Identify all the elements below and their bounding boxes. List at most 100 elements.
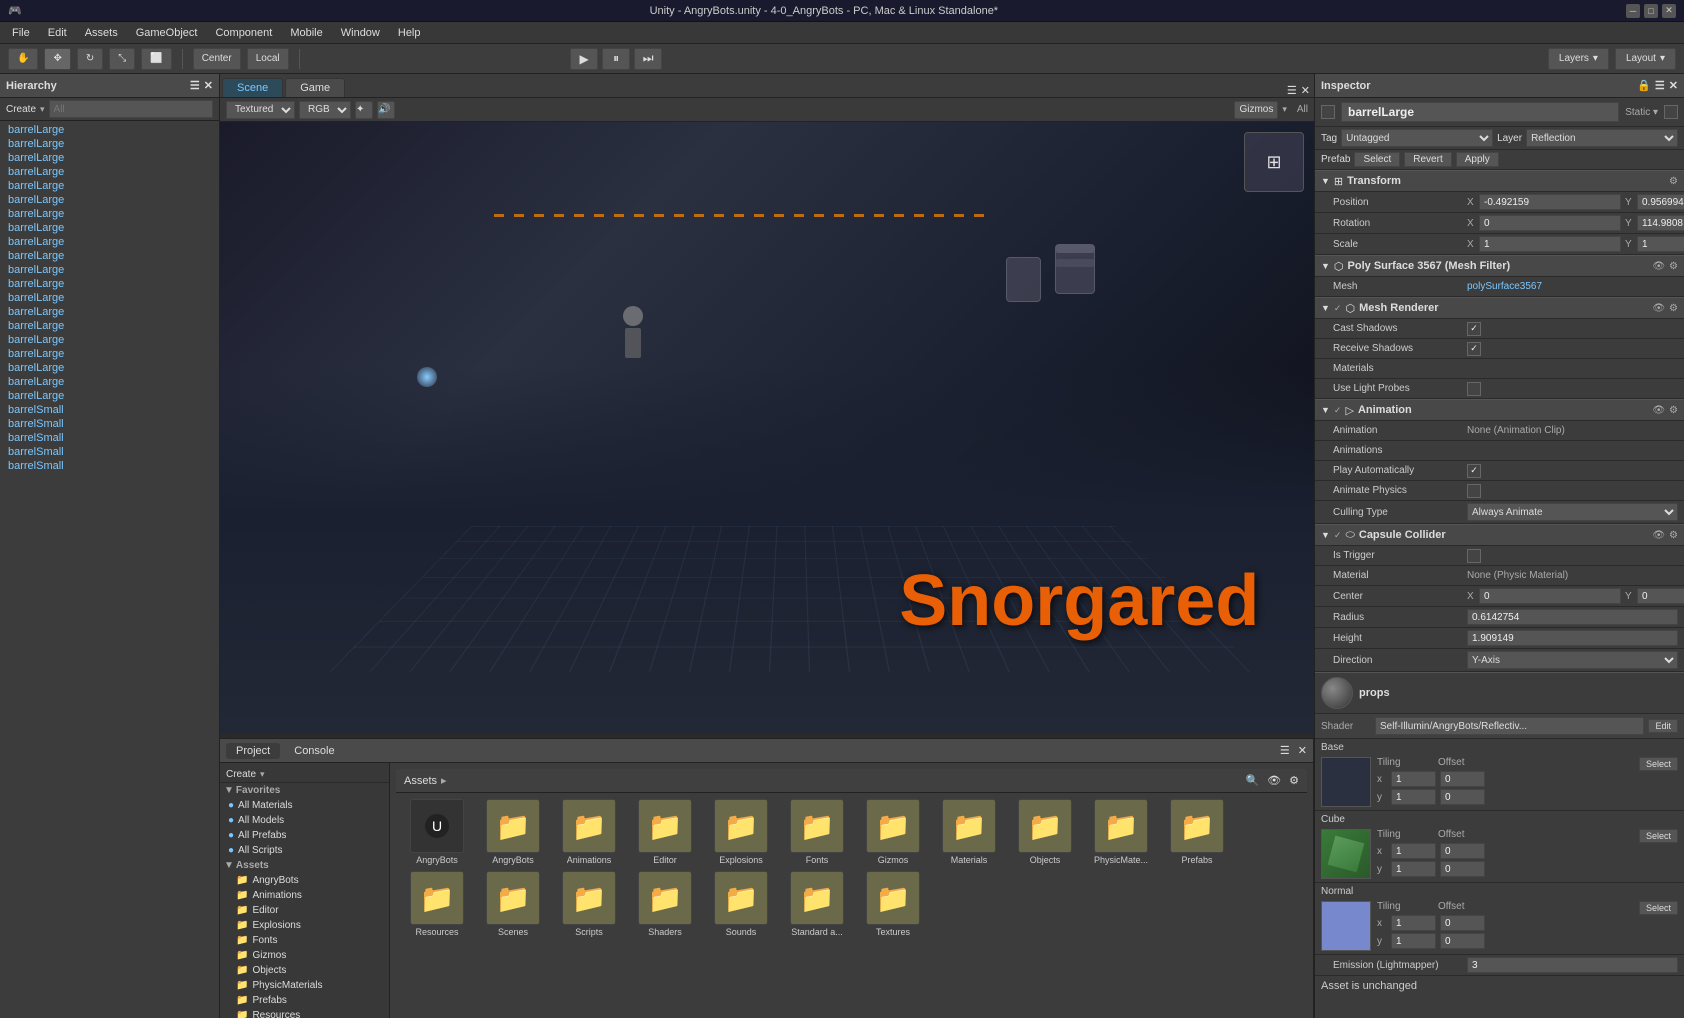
hierarchy-item[interactable]: barrelSmall: [0, 403, 219, 417]
pause-button[interactable]: ⏸: [602, 48, 630, 70]
hierarchy-item[interactable]: barrelLarge: [0, 123, 219, 137]
animation-eye-icon[interactable]: 👁: [1652, 405, 1665, 416]
rot-x-input[interactable]: [1479, 215, 1621, 231]
asset-editor[interactable]: 📁 Editor: [630, 799, 700, 865]
mesh-renderer-header[interactable]: ▼ ✓ ⬡ Mesh Renderer 👁 ⚙: [1315, 297, 1684, 319]
hierarchy-item[interactable]: barrelLarge: [0, 207, 219, 221]
normal-offset-x-input[interactable]: [1440, 915, 1485, 931]
asset-materials[interactable]: 📁 Materials: [934, 799, 1004, 865]
menu-assets[interactable]: Assets: [77, 25, 126, 41]
cube-tiling-x-input[interactable]: [1391, 843, 1436, 859]
hierarchy-menu-icon[interactable]: ☰: [190, 79, 200, 92]
rotate-tool[interactable]: ↻: [77, 48, 103, 70]
asset-scripts[interactable]: 📁 Scripts: [554, 871, 624, 937]
mesh-filter-settings-icon[interactable]: ⚙: [1669, 261, 1678, 272]
animate-physics-checkbox[interactable]: [1467, 484, 1481, 498]
direction-select[interactable]: Y-Axis: [1467, 651, 1678, 669]
scale-y-input[interactable]: [1637, 236, 1684, 252]
height-input[interactable]: [1467, 630, 1678, 646]
cast-shadows-checkbox[interactable]: [1467, 322, 1481, 336]
asset-angrybots-unity[interactable]: U AngryBots: [402, 799, 472, 865]
cube-tiling-y-input[interactable]: [1391, 861, 1436, 877]
hierarchy-item[interactable]: barrelLarge: [0, 375, 219, 389]
hierarchy-close-icon[interactable]: ✕: [204, 79, 213, 92]
tree-objects[interactable]: 📁 Objects: [220, 963, 389, 978]
asset-angrybots-folder[interactable]: 📁 AngryBots: [478, 799, 548, 865]
project-menu-icon[interactable]: ☰: [1280, 744, 1290, 757]
asset-standard[interactable]: 📁 Standard a...: [782, 871, 852, 937]
hierarchy-item[interactable]: barrelLarge: [0, 235, 219, 249]
normal-tiling-y-input[interactable]: [1391, 933, 1436, 949]
use-light-probes-checkbox[interactable]: [1467, 382, 1481, 396]
asset-physicmate[interactable]: 📁 PhysicMate...: [1086, 799, 1156, 865]
hierarchy-item[interactable]: barrelLarge: [0, 193, 219, 207]
capsule-collider-settings-icon[interactable]: ⚙: [1669, 530, 1678, 541]
hierarchy-item[interactable]: barrelLarge: [0, 263, 219, 277]
menu-help[interactable]: Help: [390, 25, 429, 41]
tree-all-scripts[interactable]: ● All Scripts: [220, 843, 389, 858]
base-offset-x-input[interactable]: [1440, 771, 1485, 787]
static-checkbox[interactable]: [1664, 105, 1678, 119]
color-mode-select[interactable]: RGB: [299, 101, 351, 119]
cube-texture-preview[interactable]: [1321, 829, 1371, 879]
shader-input[interactable]: [1375, 717, 1644, 735]
tree-prefabs[interactable]: 📁 Prefabs: [220, 993, 389, 1008]
tree-physicmaterials[interactable]: 📁 PhysicMaterials: [220, 978, 389, 993]
tree-angrybots[interactable]: 📁 AngryBots: [220, 873, 389, 888]
hand-tool[interactable]: ✋: [8, 48, 38, 70]
step-button[interactable]: ⏭: [634, 48, 662, 70]
prefab-apply-btn[interactable]: Apply: [1456, 152, 1499, 167]
cube-offset-x-input[interactable]: [1440, 843, 1485, 859]
is-trigger-checkbox[interactable]: [1467, 549, 1481, 563]
assets-eye-icon[interactable]: 👁: [1267, 774, 1281, 787]
mesh-renderer-settings-icon[interactable]: ⚙: [1669, 303, 1678, 314]
hierarchy-item[interactable]: barrelLarge: [0, 165, 219, 179]
transform-settings-icon[interactable]: ⚙: [1669, 176, 1678, 187]
menu-edit[interactable]: Edit: [40, 25, 75, 41]
cube-offset-y-input[interactable]: [1440, 861, 1485, 877]
scene-menu-icon[interactable]: ☰: [1287, 84, 1297, 97]
animation-header[interactable]: ▼ ✓ ▷ Animation 👁 ⚙: [1315, 399, 1684, 421]
hierarchy-item[interactable]: barrelLarge: [0, 305, 219, 319]
receive-shadows-checkbox[interactable]: [1467, 342, 1481, 356]
scale-x-input[interactable]: [1479, 236, 1621, 252]
scene-close-icon[interactable]: ✕: [1301, 84, 1310, 97]
radius-input[interactable]: [1467, 609, 1678, 625]
tree-all-models[interactable]: ● All Models: [220, 813, 389, 828]
hierarchy-item[interactable]: barrelLarge: [0, 389, 219, 403]
hierarchy-item[interactable]: barrelLarge: [0, 249, 219, 263]
normal-texture-preview[interactable]: [1321, 901, 1371, 951]
tab-scene[interactable]: Scene: [222, 78, 283, 97]
prefab-select-btn[interactable]: Select: [1354, 152, 1400, 167]
play-automatically-checkbox[interactable]: [1467, 464, 1481, 478]
cube-select-btn[interactable]: Select: [1639, 829, 1678, 843]
scene-fx-button[interactable]: ✦: [355, 101, 373, 119]
layer-select[interactable]: Reflection: [1526, 129, 1678, 147]
hierarchy-item[interactable]: barrelLarge: [0, 319, 219, 333]
shader-edit-btn[interactable]: Edit: [1648, 719, 1678, 733]
hierarchy-item[interactable]: barrelLarge: [0, 347, 219, 361]
tree-editor[interactable]: 📁 Editor: [220, 903, 389, 918]
hierarchy-item[interactable]: barrelLarge: [0, 179, 219, 193]
asset-prefabs[interactable]: 📁 Prefabs: [1162, 799, 1232, 865]
center-button[interactable]: Center: [193, 48, 241, 70]
hierarchy-item[interactable]: barrelLarge: [0, 277, 219, 291]
tree-resources[interactable]: 📁 Resources: [220, 1008, 389, 1018]
create-label[interactable]: Create: [6, 104, 36, 115]
base-tiling-y-input[interactable]: [1391, 789, 1436, 805]
hierarchy-item[interactable]: barrelSmall: [0, 431, 219, 445]
tree-all-materials[interactable]: ● All Materials: [220, 798, 389, 813]
hierarchy-item[interactable]: barrelSmall: [0, 417, 219, 431]
hierarchy-item[interactable]: barrelSmall: [0, 445, 219, 459]
capsule-collider-eye-icon[interactable]: 👁: [1652, 530, 1665, 541]
base-select-btn[interactable]: Select: [1639, 757, 1678, 771]
emission-input[interactable]: [1467, 957, 1678, 973]
inspector-menu-icon[interactable]: ☰: [1655, 79, 1665, 92]
tree-all-prefabs[interactable]: ● All Prefabs: [220, 828, 389, 843]
asset-resources[interactable]: 📁 Resources: [402, 871, 472, 937]
mesh-filter-header[interactable]: ▼ ⬡ Poly Surface 3567 (Mesh Filter) 👁 ⚙: [1315, 255, 1684, 277]
layers-button[interactable]: Layers▾: [1548, 48, 1609, 70]
asset-gizmos[interactable]: 📁 Gizmos: [858, 799, 928, 865]
tag-select[interactable]: Untagged: [1341, 129, 1493, 147]
assets-section[interactable]: ▼ Assets: [220, 858, 389, 873]
